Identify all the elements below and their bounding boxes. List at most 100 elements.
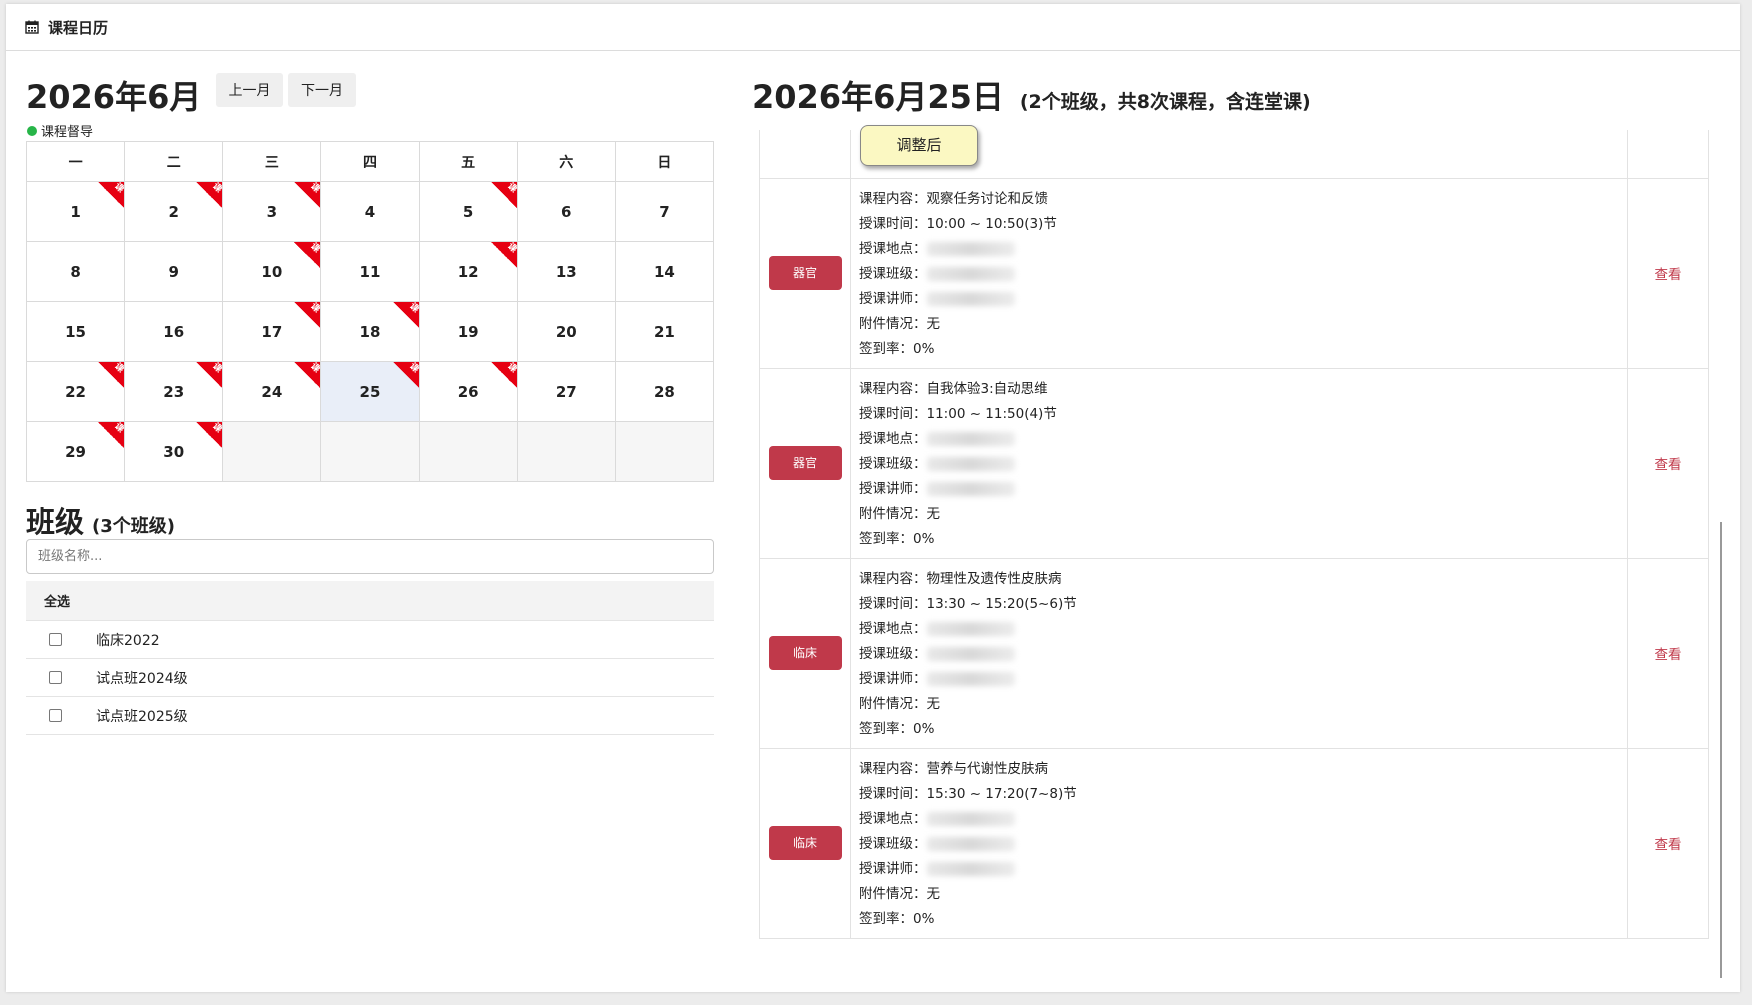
day-cell-30[interactable]: 30 课 bbox=[124, 421, 224, 482]
calendar-icon bbox=[25, 20, 39, 34]
view-link[interactable]: 查看 bbox=[1655, 647, 1682, 663]
view-link[interactable]: 查看 bbox=[1655, 837, 1682, 853]
day-cell-14[interactable]: 14 bbox=[614, 241, 715, 302]
empty-day-cell bbox=[614, 421, 715, 482]
ribbon-label: 课 bbox=[504, 181, 518, 195]
day-cell-21[interactable]: 21 bbox=[614, 301, 715, 362]
ribbon-label: 课 bbox=[308, 361, 321, 375]
month-calendar: 一二三四五六日 1 课 2 课 3 课 4 5 课 6 7 8 9 10 课 11 12 课 13 14 15 16 17 课… bbox=[25, 141, 715, 482]
field-label: 授课时间： bbox=[859, 215, 927, 232]
course-detail-list[interactable]: 器官 课程内容：观察任务讨论和反馈 授课时间：10:00 ~ 10:50(3)节 授课… bbox=[759, 130, 1709, 948]
day-number: 26 bbox=[457, 382, 479, 401]
field-value: 0% bbox=[913, 530, 935, 547]
day-cell-8[interactable]: 8 bbox=[25, 241, 126, 302]
course-time-line: 授课时间：10:00 ~ 10:50(3)节 bbox=[859, 212, 1627, 237]
course-teacher-line: 授课讲师： bbox=[859, 477, 1627, 502]
class-search-input[interactable] bbox=[26, 539, 714, 574]
day-cell-19[interactable]: 19 bbox=[418, 301, 518, 362]
course-tag-button[interactable]: 临床 bbox=[768, 826, 842, 860]
day-cell-1[interactable]: 1课 bbox=[25, 181, 126, 242]
day-cell-6[interactable]: 6 bbox=[516, 181, 616, 242]
course-attendance-line: 签到率：0% bbox=[859, 527, 1627, 552]
calendar-week-row: 22 课 23 课 24 课 25 课 26 课 27 28 bbox=[25, 361, 715, 422]
course-row: 临床 课程内容：营养与代谢性皮肤病 授课时间：15:30 ~ 17:20(7~8)节… bbox=[759, 747, 1709, 939]
day-cell-26[interactable]: 26 课 bbox=[418, 361, 518, 422]
day-number: 10 bbox=[261, 262, 283, 281]
class-row: 试点班2024级 bbox=[26, 659, 714, 697]
class-checkbox[interactable] bbox=[49, 671, 62, 684]
course-attachment-line: 附件情况：无 bbox=[859, 312, 1627, 337]
ribbon-label: 课 bbox=[406, 361, 420, 375]
scrollbar[interactable] bbox=[1720, 522, 1722, 978]
card-header: 课程日历 bbox=[6, 4, 1740, 51]
day-cell-15[interactable]: 15 bbox=[25, 301, 126, 362]
legend-dot bbox=[27, 125, 37, 136]
day-number: 15 bbox=[65, 322, 86, 341]
class-checkbox[interactable] bbox=[49, 709, 62, 722]
day-cell-28[interactable]: 28 bbox=[614, 361, 715, 422]
day-cell-25[interactable]: 25 课 bbox=[320, 361, 420, 422]
day-cell-29[interactable]: 29 课 bbox=[25, 421, 126, 482]
next-month-button[interactable]: 下一月 bbox=[288, 73, 356, 107]
day-number: 30 bbox=[163, 442, 185, 461]
prev-month-button[interactable]: 上一月 bbox=[216, 73, 283, 107]
day-number: 12 bbox=[457, 262, 479, 281]
day-cell-5[interactable]: 5课 bbox=[418, 181, 518, 242]
day-cell-27[interactable]: 27 bbox=[516, 361, 616, 422]
course-attendance-line: 签到率：0% bbox=[859, 717, 1627, 742]
select-all-header[interactable]: 全选 bbox=[26, 581, 714, 621]
day-cell-22[interactable]: 22 课 bbox=[25, 361, 126, 422]
day-cell-4[interactable]: 4 bbox=[320, 181, 420, 242]
day-number: 3 bbox=[266, 202, 278, 221]
ribbon-label: 课 bbox=[112, 421, 125, 435]
info-cell: 课程内容：营养与代谢性皮肤病 授课时间：15:30 ~ 17:20(7~8)节 授课… bbox=[850, 747, 1628, 939]
view-link[interactable]: 查看 bbox=[1655, 267, 1682, 283]
day-number: 6 bbox=[561, 202, 572, 221]
day-cell-23[interactable]: 23 课 bbox=[124, 361, 224, 422]
day-cell-17[interactable]: 17 课 bbox=[222, 301, 322, 362]
day-number: 28 bbox=[653, 382, 675, 401]
tag-cell: 器官 bbox=[759, 177, 851, 369]
day-cell-24[interactable]: 24 课 bbox=[222, 361, 322, 422]
course-tag-button[interactable]: 器官 bbox=[768, 256, 842, 290]
course-teacher-line: 授课讲师： bbox=[859, 287, 1627, 312]
course-ribbon-badge: 课 bbox=[294, 302, 320, 328]
day-cell-12[interactable]: 12 课 bbox=[418, 241, 518, 302]
course-tag-button[interactable]: 器官 bbox=[768, 446, 842, 480]
day-cell-7[interactable]: 7 bbox=[614, 181, 715, 242]
class-row: 试点班2025级 bbox=[26, 697, 714, 735]
day-cell-11[interactable]: 11 bbox=[320, 241, 420, 302]
day-number: 14 bbox=[653, 262, 675, 281]
day-cell-3[interactable]: 3课 bbox=[222, 181, 322, 242]
redacted-value bbox=[926, 266, 1015, 281]
view-link[interactable]: 查看 bbox=[1655, 457, 1682, 473]
field-value: 0% bbox=[913, 720, 935, 737]
field-value: 0% bbox=[913, 340, 935, 357]
day-cell-13[interactable]: 13 bbox=[516, 241, 616, 302]
field-value: 无 bbox=[926, 885, 941, 902]
day-cell-20[interactable]: 20 bbox=[516, 301, 616, 362]
course-content-line: 课程内容：观察任务讨论和反馈 bbox=[859, 187, 1627, 212]
tag-cell: 临床 bbox=[759, 557, 851, 749]
weekday-header: 日 bbox=[614, 141, 715, 182]
day-number: 22 bbox=[65, 382, 86, 401]
course-tag-button[interactable]: 临床 bbox=[768, 636, 842, 670]
day-cell-10[interactable]: 10 课 bbox=[222, 241, 322, 302]
field-label: 授课地点： bbox=[859, 620, 927, 637]
class-checkbox[interactable] bbox=[49, 633, 62, 646]
field-label: 课程内容： bbox=[859, 380, 927, 397]
field-label: 授课班级： bbox=[859, 265, 927, 282]
course-ribbon-badge: 课 bbox=[196, 362, 222, 388]
ribbon-label: 课 bbox=[308, 301, 321, 315]
page-title: 课程日历 bbox=[48, 18, 109, 37]
day-cell-9[interactable]: 9 bbox=[124, 241, 224, 302]
weekday-header-row: 一二三四五六日 bbox=[25, 141, 715, 182]
day-cell-2[interactable]: 2课 bbox=[124, 181, 224, 242]
class-list: 全选 临床2022 试点班2024级 试点班2025级 bbox=[26, 581, 714, 735]
day-cell-16[interactable]: 16 bbox=[124, 301, 224, 362]
day-cell-18[interactable]: 18 课 bbox=[320, 301, 420, 362]
field-label: 课程内容： bbox=[859, 760, 927, 777]
select-all-label[interactable]: 全选 bbox=[44, 591, 70, 610]
day-number: 27 bbox=[555, 382, 577, 401]
course-teacher-line: 授课讲师： bbox=[859, 667, 1627, 692]
